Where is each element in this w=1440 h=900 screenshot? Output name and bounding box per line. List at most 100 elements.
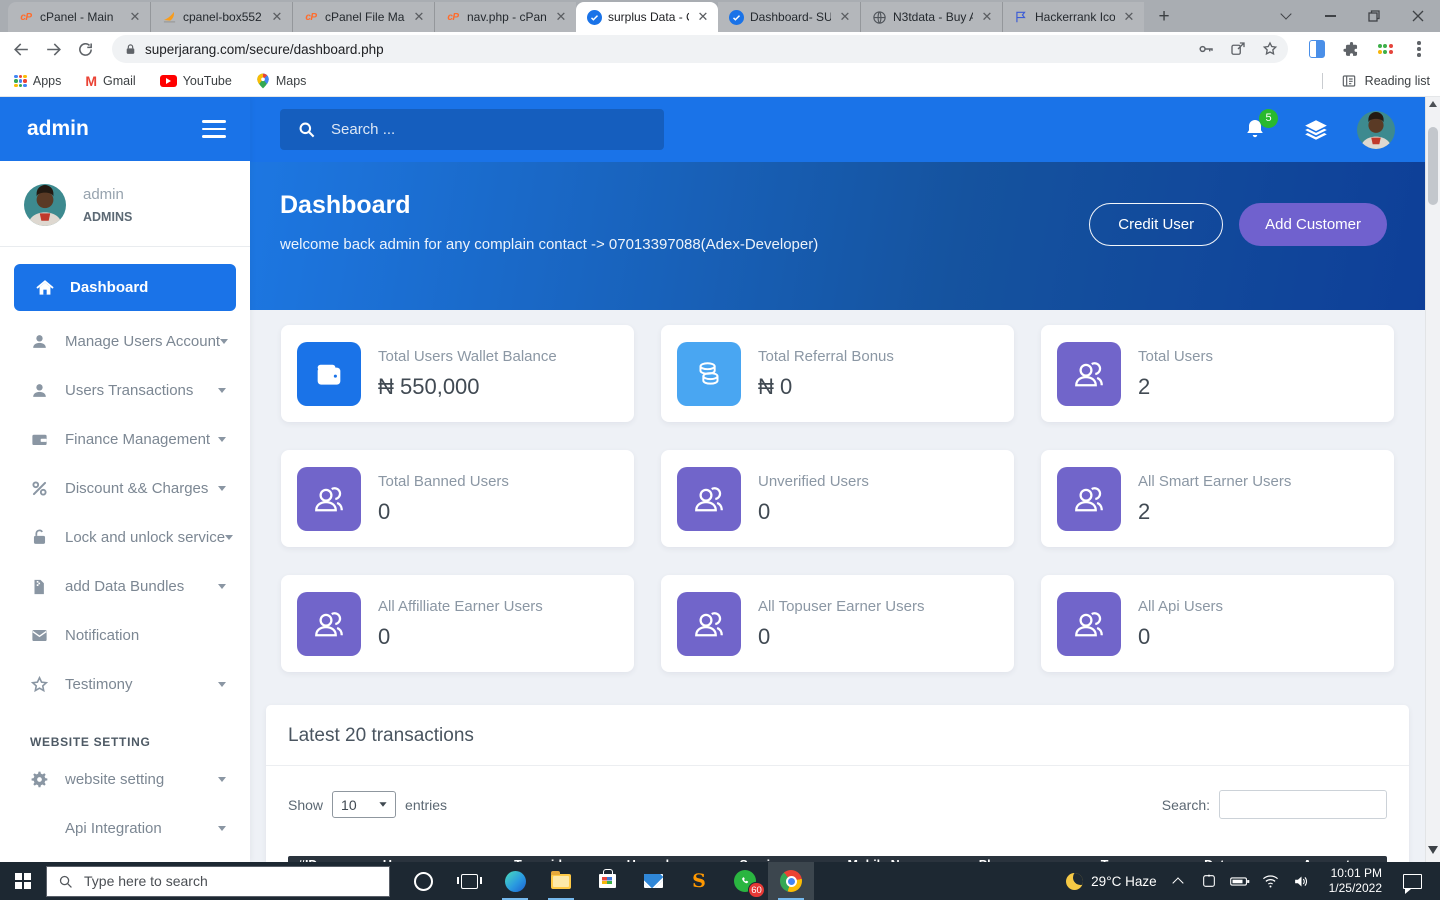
tab-search-chevron-icon[interactable] <box>1264 0 1308 32</box>
cortana-button[interactable] <box>400 862 446 900</box>
browser-tab[interactable]: cP nav.php - cPane ✕ <box>434 2 576 32</box>
reading-list-icon <box>1341 73 1357 89</box>
puzzle-extensions-icon[interactable] <box>1338 36 1364 62</box>
taskbar-whatsapp[interactable]: 60 <box>722 862 768 900</box>
close-icon[interactable]: ✕ <box>411 9 427 25</box>
close-icon[interactable]: ✕ <box>837 9 853 25</box>
admin-search-bar[interactable] <box>280 109 664 150</box>
share-icon[interactable] <box>1226 37 1250 61</box>
stat-value: ₦ 550,000 <box>378 374 480 399</box>
notifications-bell-icon[interactable]: 5 <box>1243 117 1269 143</box>
weather-widget[interactable]: 29°C Haze <box>1066 873 1156 890</box>
search-input[interactable] <box>331 121 647 138</box>
task-view-button[interactable] <box>446 862 492 900</box>
reading-list[interactable]: Reading list <box>1322 73 1430 89</box>
close-icon[interactable]: ✕ <box>553 9 569 25</box>
scrollbar-thumb[interactable] <box>1428 127 1438 205</box>
browser-tab[interactable]: cpanel-box552 ✕ <box>150 2 292 32</box>
bookmark-apps[interactable]: Apps <box>14 74 61 88</box>
moon-weather-icon <box>1066 873 1083 890</box>
credit-user-button[interactable]: Credit User <box>1089 203 1223 246</box>
wallet-icon <box>28 429 50 451</box>
close-icon[interactable]: ✕ <box>269 9 285 25</box>
scroll-down-icon[interactable] <box>1426 846 1440 854</box>
volume-icon[interactable] <box>1292 871 1312 891</box>
cheap-data-extension-icon[interactable] <box>1372 36 1398 62</box>
action-center-icon[interactable] <box>1403 874 1422 889</box>
taskbar-sublime[interactable]: S <box>676 862 722 900</box>
stat-value: 0 <box>378 624 390 649</box>
cpanel-icon: cP <box>18 9 34 25</box>
bookmark-gmail[interactable]: M Gmail <box>85 73 135 89</box>
back-icon[interactable] <box>8 36 34 62</box>
sidebar-item-add-data-bundles[interactable]: add Data Bundles <box>0 562 250 611</box>
sidebar-item-website-setting[interactable]: website setting <box>0 755 250 804</box>
close-icon[interactable]: ✕ <box>695 9 711 25</box>
taskbar-clock[interactable]: 10:01 PM 1/25/2022 <box>1323 866 1388 896</box>
display-icon[interactable] <box>1199 871 1219 891</box>
browser-menu-icon[interactable] <box>1406 36 1432 62</box>
url-bar[interactable]: superjarang.com/secure/dashboard.php <box>112 35 1288 63</box>
bookmark-maps[interactable]: Maps <box>256 73 307 89</box>
lock-icon <box>28 527 50 549</box>
bookmark-youtube[interactable]: YouTube <box>160 74 232 88</box>
sidebar-item-users-transactions[interactable]: Users Transactions <box>0 366 250 415</box>
extension-book-icon[interactable] <box>1304 36 1330 62</box>
taskbar-store[interactable] <box>584 862 630 900</box>
show-hidden-icons-chevron[interactable] <box>1168 871 1188 891</box>
taskbar-file-explorer[interactable] <box>538 862 584 900</box>
taskbar-mail[interactable] <box>630 862 676 900</box>
taskbar-chrome[interactable] <box>768 862 814 900</box>
navbar-actions: 5 <box>1243 111 1395 149</box>
battery-icon[interactable] <box>1230 871 1250 891</box>
close-icon[interactable]: ✕ <box>979 9 995 25</box>
minimize-button[interactable] <box>1308 0 1352 32</box>
sidebar-item-notification[interactable]: Notification <box>0 611 250 660</box>
scroll-up-icon[interactable] <box>1426 101 1440 107</box>
entries-select[interactable]: 10 <box>332 791 396 818</box>
transactions-card: Latest 20 transactions Show 10 entries S… <box>266 705 1409 862</box>
envelope-icon <box>28 625 50 647</box>
taskbar-edge[interactable] <box>492 862 538 900</box>
close-icon[interactable]: ✕ <box>127 9 143 25</box>
start-button[interactable] <box>0 862 46 900</box>
page-scrollbar[interactable] <box>1425 97 1440 862</box>
browser-tab[interactable]: cP cPanel - Main ✕ <box>8 2 150 32</box>
browser-tab-active[interactable]: surplus Data - C ✕ <box>576 2 718 32</box>
taskbar-search[interactable]: Type here to search <box>46 866 390 897</box>
add-customer-button[interactable]: Add Customer <box>1239 203 1387 246</box>
browser-tab[interactable]: N3tdata - Buy A ✕ <box>860 2 1002 32</box>
layers-icon[interactable] <box>1303 117 1329 143</box>
windows-logo-icon <box>15 873 32 890</box>
browser-tab[interactable]: Hackerrank Ico ✕ <box>1002 2 1144 32</box>
stat-label: All Api Users <box>1138 598 1223 615</box>
forward-icon[interactable] <box>40 36 66 62</box>
sidebar-item-manage-users-account[interactable]: Manage Users Account <box>0 317 250 366</box>
search-icon <box>58 874 73 889</box>
user-avatar[interactable] <box>1357 111 1395 149</box>
bookmark-star-icon[interactable] <box>1258 37 1282 61</box>
hamburger-menu-icon[interactable] <box>202 120 226 138</box>
wifi-icon[interactable] <box>1261 871 1281 891</box>
close-icon[interactable]: ✕ <box>1121 9 1137 25</box>
close-window-button[interactable] <box>1396 0 1440 32</box>
new-tab-button[interactable]: + <box>1150 3 1178 31</box>
sidebar-item-finance-management[interactable]: Finance Management <box>0 415 250 464</box>
sidebar-item-testimony[interactable]: Testimony <box>0 660 250 709</box>
task-view-icon <box>461 874 478 889</box>
sidebar-item-dashboard[interactable]: Dashboard <box>14 264 236 311</box>
browser-tab-strip: cP cPanel - Main ✕ cpanel-box552 ✕ cP cP… <box>0 0 1440 32</box>
sidebar-item-lock-unlock-service[interactable]: Lock and unlock service <box>0 513 250 562</box>
chrome-icon <box>780 870 802 892</box>
bookmark-label: Apps <box>33 74 62 88</box>
refresh-icon[interactable] <box>72 36 98 62</box>
chevron-down-icon <box>218 826 226 831</box>
sidebar-item-api-integration[interactable]: Api Integration <box>0 804 250 853</box>
key-icon[interactable] <box>1194 37 1218 61</box>
table-search-input[interactable] <box>1219 790 1387 819</box>
sidebar-item-discount-charges[interactable]: Discount && Charges <box>0 464 250 513</box>
restore-button[interactable] <box>1352 0 1396 32</box>
browser-tab[interactable]: cP cPanel File Man ✕ <box>292 2 434 32</box>
star-icon <box>28 674 50 696</box>
browser-tab[interactable]: Dashboard- SU ✕ <box>718 2 860 32</box>
